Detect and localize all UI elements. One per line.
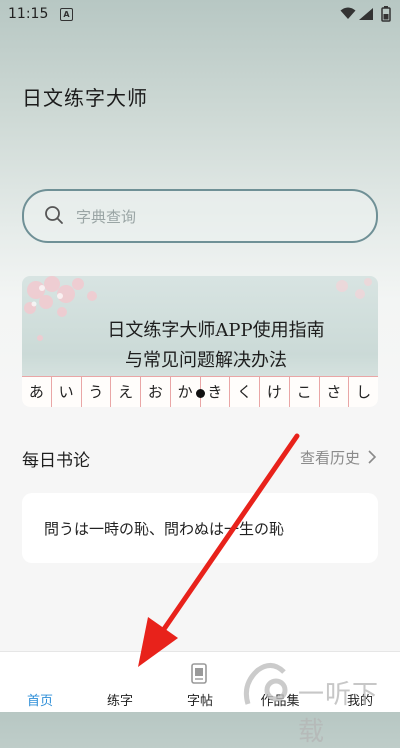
nav-item-practice[interactable]: 练字 [90, 652, 150, 712]
app-title: 日文练字大师 [22, 86, 148, 110]
battery-icon [381, 6, 391, 22]
kana-cell: く [230, 377, 260, 407]
kana-cell: い [52, 377, 82, 407]
nav-label: 字帖 [186, 694, 213, 709]
kana-cell: こ [290, 377, 320, 407]
copybook-icon [191, 663, 207, 684]
banner-title-line-1: 日文练字大师APP使用指南 [107, 320, 325, 341]
nav-item-copybook[interactable]: 字帖 [170, 652, 230, 712]
status-time: 11:15 [8, 6, 49, 22]
touch-indicator [196, 389, 205, 398]
kana-cell: え [111, 377, 141, 407]
kana-cell: お [141, 377, 171, 407]
view-history-link[interactable]: 查看历史 [300, 447, 360, 468]
kana-cell: う [82, 377, 112, 407]
chevron-right-icon[interactable] [367, 449, 377, 465]
notification-badge-icon: A [60, 8, 73, 21]
daily-quote-card[interactable]: 問うは一時の恥、問わぬは一生の恥 [22, 493, 378, 563]
daily-quote-text: 問うは一時の恥、問わぬは一生の恥 [44, 520, 285, 538]
banner-title-line-2: 与常见问题解决办法 [125, 350, 287, 371]
watermark-logo-icon [243, 663, 288, 705]
watermark-text: 一听下载 [298, 680, 380, 747]
watermark: 一听下载 [238, 660, 398, 747]
kana-cell: さ [320, 377, 350, 407]
signal-icon [359, 8, 373, 20]
nav-item-home[interactable]: 首页 [10, 652, 70, 712]
search-icon [45, 206, 63, 224]
daily-quote-heading: 每日书论 [22, 451, 90, 471]
guide-banner[interactable]: 日文练字大师APP使用指南 与常见问题解决办法 あ い う え お か き く … [22, 276, 378, 407]
search-placeholder: 字典查询 [76, 208, 137, 226]
kana-cell: あ [22, 377, 52, 407]
nav-label: 练字 [106, 694, 133, 709]
status-bar: 11:15 A [0, 0, 400, 30]
nav-label: 首页 [26, 694, 53, 709]
dictionary-search-input[interactable]: 字典查询 [22, 189, 378, 243]
kana-cell: し [356, 383, 372, 401]
kana-cell: け [260, 377, 290, 407]
wifi-icon [340, 7, 356, 19]
